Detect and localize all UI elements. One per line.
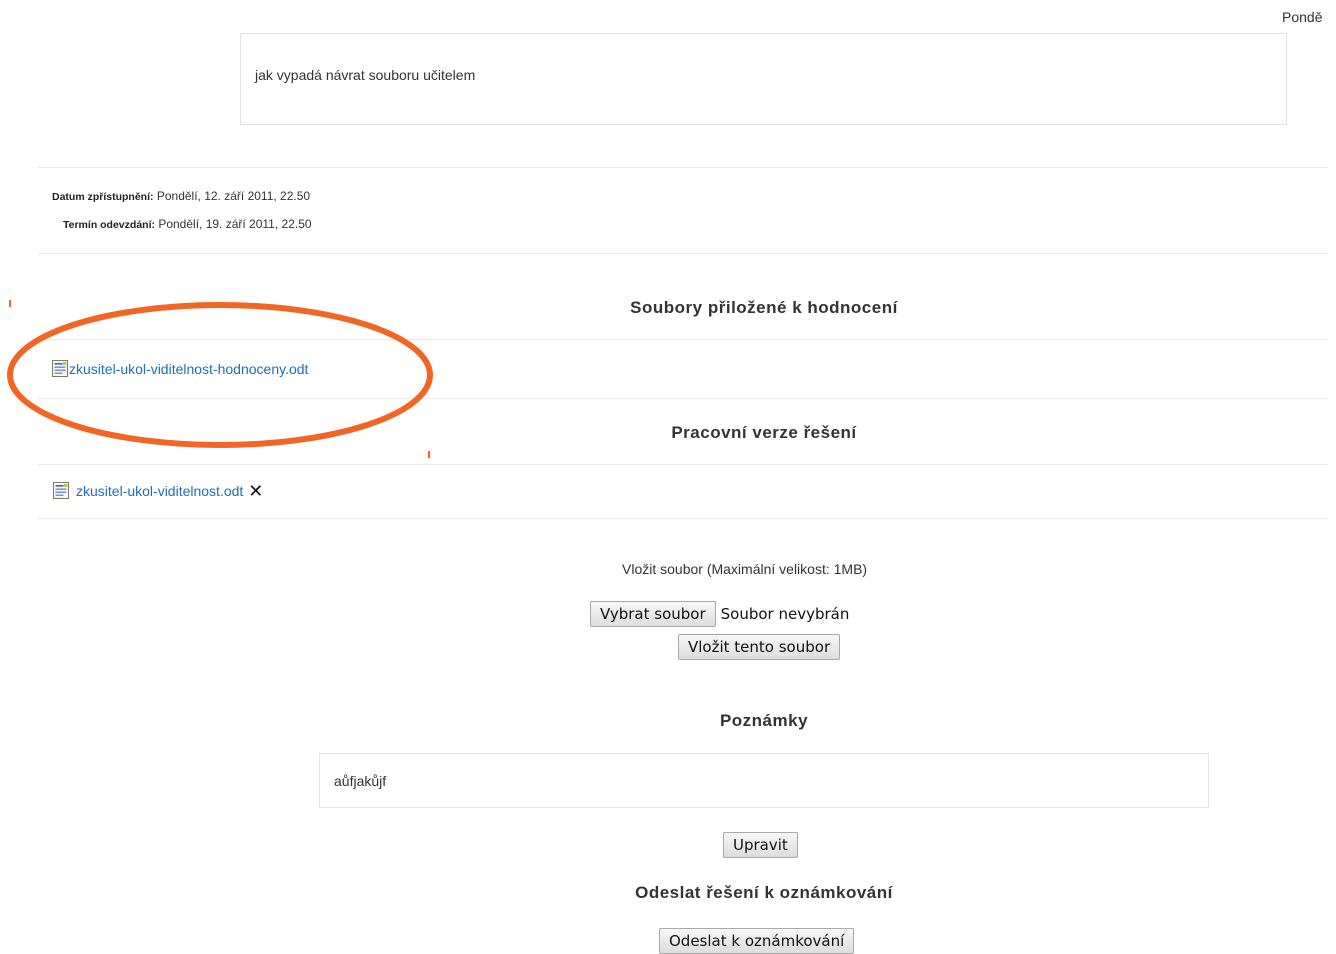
due-date-row: Termín odevzdání: Pondělí, 19. září 2011…	[63, 217, 312, 231]
divider	[38, 167, 1328, 168]
feedback-files-heading: Soubory přiložené k hodnocení	[630, 298, 898, 317]
assignment-description-box: jak vypadá návrat souboru učitelem	[240, 33, 1287, 125]
available-date-label: Datum zpřístupnění:	[52, 191, 154, 203]
no-file-selected-text: Soubor nevybrán	[720, 605, 850, 623]
divider	[38, 253, 1328, 254]
due-date-value: Pondělí, 19. září 2011, 22.50	[158, 217, 312, 231]
document-icon	[52, 360, 68, 377]
draft-file-link[interactable]: zkusitel-ukol-viditelnost.odt	[76, 483, 243, 499]
document-icon	[53, 482, 69, 499]
draft-heading: Pracovní verze řešení	[671, 423, 857, 442]
upload-label: Vložit soubor (Maximální velikost: 1MB)	[622, 561, 868, 577]
upload-file-button[interactable]: Vložit tento soubor	[678, 634, 841, 660]
file-chooser: Vybrat soubor Soubor nevybrán	[590, 601, 849, 627]
notes-box: aůfjakůjf	[319, 753, 1209, 808]
notes-heading: Poznámky	[719, 711, 809, 730]
divider	[38, 518, 1328, 519]
available-date-row: Datum zpřístupnění: Pondělí, 12. září 20…	[52, 189, 310, 203]
edit-notes-button[interactable]: Upravit	[723, 832, 798, 858]
divider	[38, 339, 1328, 340]
choose-file-button[interactable]: Vybrat soubor	[590, 601, 716, 627]
assignment-description: jak vypadá návrat souboru učitelem	[255, 67, 476, 83]
annotation-mark	[428, 451, 430, 458]
due-date-label: Termín odevzdání:	[63, 219, 155, 231]
submit-for-grading-button[interactable]: Odeslat k oznámkování	[659, 928, 855, 954]
notes-text: aůfjakůjf	[334, 773, 387, 789]
divider	[38, 398, 1328, 399]
feedback-file-item: zkusitel-ukol-viditelnost-hodnoceny.odt	[51, 359, 308, 378]
annotation-mark	[9, 300, 11, 307]
available-date-value: Pondělí, 12. září 2011, 22.50	[156, 189, 311, 203]
draft-file-item: zkusitel-ukol-viditelnost.odt ✕	[52, 481, 263, 500]
header-date: Pondě	[1282, 9, 1323, 25]
submit-heading: Odeslat řešení k oznámkování	[635, 883, 893, 902]
close-icon[interactable]: ✕	[248, 482, 263, 500]
feedback-file-link[interactable]: zkusitel-ukol-viditelnost-hodnoceny.odt	[69, 361, 308, 377]
divider	[38, 464, 1328, 465]
